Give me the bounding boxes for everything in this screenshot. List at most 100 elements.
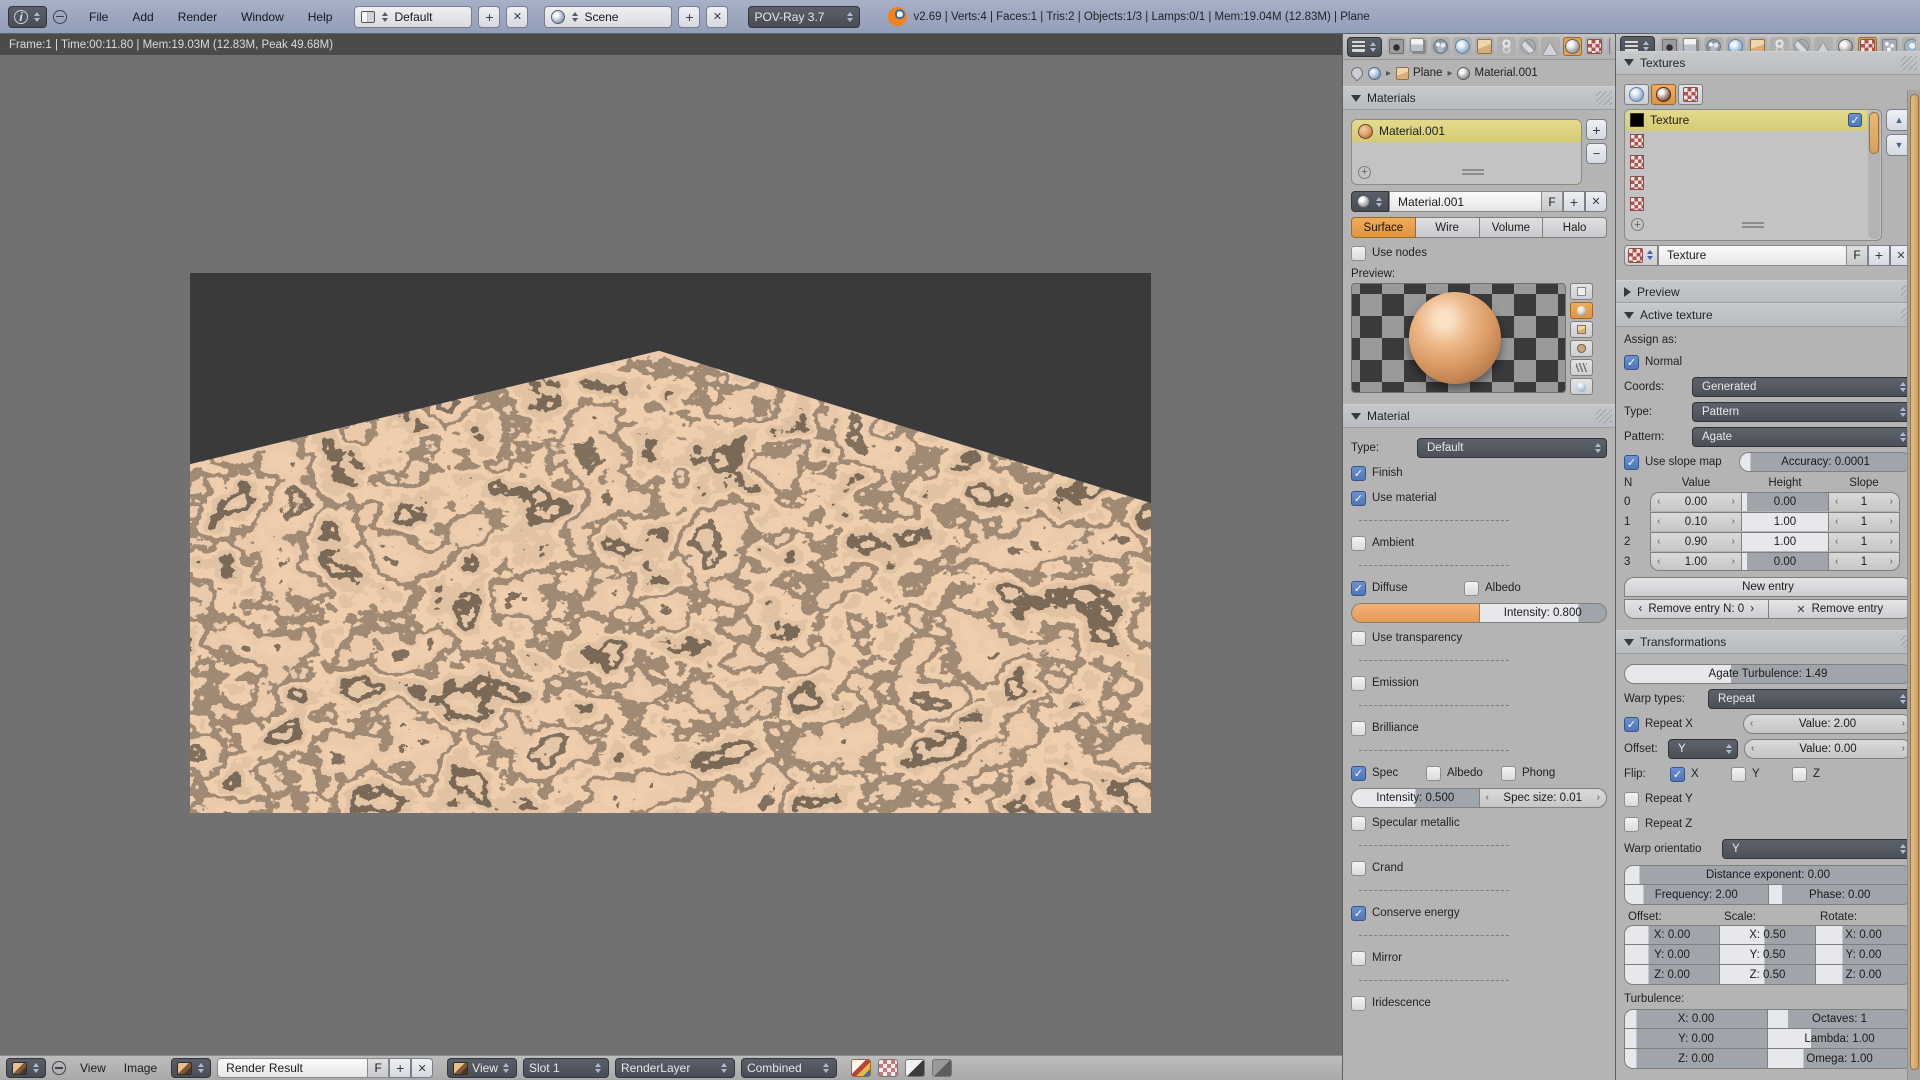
spec-albedo-checkbox[interactable]: [1426, 766, 1441, 781]
material-tab-icon[interactable]: [1563, 37, 1582, 56]
image-editor-type-selector[interactable]: [6, 1058, 46, 1078]
pin-icon[interactable]: [1349, 65, 1366, 82]
flip-x-checkbox[interactable]: [1670, 767, 1685, 782]
texture-name-field[interactable]: Texture: [1658, 245, 1846, 266]
fake-user-button[interactable]: F: [367, 1058, 389, 1078]
turbulence-x-slider[interactable]: X: 0.00: [1624, 1009, 1768, 1029]
specular-metallic-checkbox[interactable]: [1351, 816, 1366, 831]
material-panel-header[interactable]: Material: [1343, 404, 1615, 428]
texture-type-dropdown[interactable]: Pattern: [1692, 402, 1912, 422]
preview-monkey-button[interactable]: [1570, 340, 1593, 357]
rotate-y-slider[interactable]: Y: 0.00: [1816, 945, 1912, 965]
add-scene-button[interactable]: [678, 6, 700, 28]
material-name-field[interactable]: Material.001: [1389, 191, 1541, 212]
new-image-button[interactable]: [389, 1058, 411, 1078]
agate-turbulence-slider[interactable]: Agate Turbulence: 1.49: [1624, 664, 1912, 684]
unlink-image-button[interactable]: [411, 1058, 433, 1078]
material-slot-selected[interactable]: Material.001: [1352, 120, 1581, 142]
accuracy-slider[interactable]: Accuracy: 0.0001: [1739, 452, 1912, 472]
preview-sky-button[interactable]: [1570, 378, 1593, 395]
collapse-menus-icon[interactable]: [52, 1061, 66, 1075]
menu-help[interactable]: Help: [298, 7, 343, 27]
repeat-z-checkbox[interactable]: [1624, 817, 1639, 832]
data-tab-icon[interactable]: [1541, 37, 1560, 56]
omega-slider[interactable]: Omega: 1.00: [1768, 1049, 1912, 1069]
pattern-dropdown[interactable]: Agate: [1692, 427, 1912, 447]
collapse-menus-icon[interactable]: [53, 10, 67, 24]
increment-icon[interactable]: ›: [1597, 792, 1600, 803]
diffuse-intensity-slider[interactable]: Intensity: 0.800: [1479, 603, 1608, 623]
slope-field[interactable]: ‹1›: [1828, 552, 1900, 571]
value-field[interactable]: ‹1.00›: [1650, 552, 1742, 571]
slot-add-icon[interactable]: +: [1358, 166, 1371, 179]
warp-orientation-dropdown[interactable]: Y: [1722, 839, 1912, 859]
height-slider[interactable]: 1.00: [1742, 512, 1828, 531]
new-texture-button[interactable]: [1868, 245, 1890, 266]
value-field[interactable]: ‹0.00›: [1650, 492, 1742, 511]
repeat-y-checkbox[interactable]: [1624, 792, 1639, 807]
scrollbar-thumb[interactable]: [1910, 94, 1919, 1070]
turbulence-z-slider[interactable]: Z: 0.00: [1624, 1049, 1768, 1069]
material-textures-button[interactable]: [1651, 84, 1676, 105]
scene-tab-icon[interactable]: [1431, 37, 1450, 56]
menu-add[interactable]: Add: [122, 7, 163, 27]
particles-tab-icon[interactable]: [1607, 37, 1611, 56]
render-engine-select[interactable]: POV-Ray 3.7: [748, 6, 860, 28]
value-field[interactable]: ‹0.90›: [1650, 532, 1742, 551]
slope-field[interactable]: ‹1›: [1828, 532, 1900, 551]
preview-flat-button[interactable]: [1570, 283, 1593, 300]
finish-checkbox[interactable]: [1351, 466, 1366, 481]
color-alpha-channel-toggle[interactable]: [851, 1059, 871, 1077]
rotate-x-slider[interactable]: X: 0.00: [1816, 925, 1912, 945]
offset-axis-dropdown[interactable]: Y: [1668, 739, 1738, 759]
height-slider[interactable]: 0.00: [1742, 552, 1828, 571]
value-field[interactable]: ‹0.10›: [1650, 512, 1742, 531]
view-mode-select[interactable]: View: [447, 1058, 517, 1078]
texture-slot-empty[interactable]: [1625, 173, 1867, 194]
use-nodes-checkbox[interactable]: [1351, 246, 1366, 261]
unlink-material-button[interactable]: [1585, 191, 1607, 212]
phase-slider[interactable]: Phase: 0.00: [1768, 885, 1913, 905]
decrement-icon[interactable]: ‹: [1486, 792, 1489, 803]
tab-surface[interactable]: Surface: [1351, 217, 1416, 238]
texture-slot-selected[interactable]: Texture: [1625, 110, 1867, 131]
repeat-x-value-field[interactable]: ‹Value: 2.00›: [1743, 714, 1912, 734]
texture-slot-empty[interactable]: [1625, 194, 1867, 215]
fake-user-button[interactable]: F: [1846, 245, 1868, 266]
brilliance-checkbox[interactable]: [1351, 721, 1366, 736]
constraints-tab-icon[interactable]: [1497, 37, 1516, 56]
diffuse-checkbox[interactable]: [1351, 581, 1366, 596]
coords-dropdown[interactable]: Generated: [1692, 377, 1912, 397]
crand-checkbox[interactable]: [1351, 861, 1366, 876]
render-tab-icon[interactable]: [1387, 37, 1406, 56]
materials-panel-header[interactable]: Materials: [1343, 86, 1615, 110]
use-material-checkbox[interactable]: [1351, 491, 1366, 506]
render-pass-select[interactable]: Combined: [741, 1058, 837, 1078]
repeat-x-checkbox[interactable]: [1624, 717, 1639, 732]
use-slope-map-checkbox[interactable]: [1624, 455, 1639, 470]
scale-z-slider[interactable]: Z: 0.50: [1720, 965, 1816, 985]
menu-render[interactable]: Render: [168, 7, 227, 27]
octaves-slider[interactable]: Octaves: 1: [1768, 1009, 1912, 1029]
renderlayers-tab-icon[interactable]: [1409, 37, 1428, 56]
menu-image[interactable]: Image: [116, 1059, 165, 1077]
iridescence-checkbox[interactable]: [1351, 996, 1366, 1011]
decrement-icon[interactable]: ‹: [1638, 603, 1642, 615]
texture-browse-button[interactable]: [1624, 245, 1658, 266]
add-material-slot-button[interactable]: [1586, 119, 1607, 140]
preview-panel-header[interactable]: Preview: [1616, 280, 1920, 304]
offset-x-slider[interactable]: X: 0.00: [1624, 925, 1720, 945]
use-transparency-checkbox[interactable]: [1351, 631, 1366, 646]
material-browse-button[interactable]: [1351, 191, 1389, 212]
slope-field[interactable]: ‹1›: [1828, 492, 1900, 511]
diffuse-albedo-checkbox[interactable]: [1464, 581, 1479, 596]
object-tab-icon[interactable]: [1475, 37, 1494, 56]
active-texture-panel-header[interactable]: Active texture: [1616, 303, 1920, 327]
preview-sphere-button[interactable]: [1570, 302, 1593, 319]
material-slot-list[interactable]: Material.001 +: [1351, 119, 1582, 185]
list-resize-grip[interactable]: [1742, 222, 1764, 228]
render-view-area[interactable]: [0, 55, 1342, 1055]
lambda-slider[interactable]: Lambda: 1.00: [1768, 1029, 1912, 1049]
frequency-slider[interactable]: Frequency: 2.00: [1624, 885, 1768, 905]
color-channel-toggle[interactable]: [878, 1059, 898, 1077]
